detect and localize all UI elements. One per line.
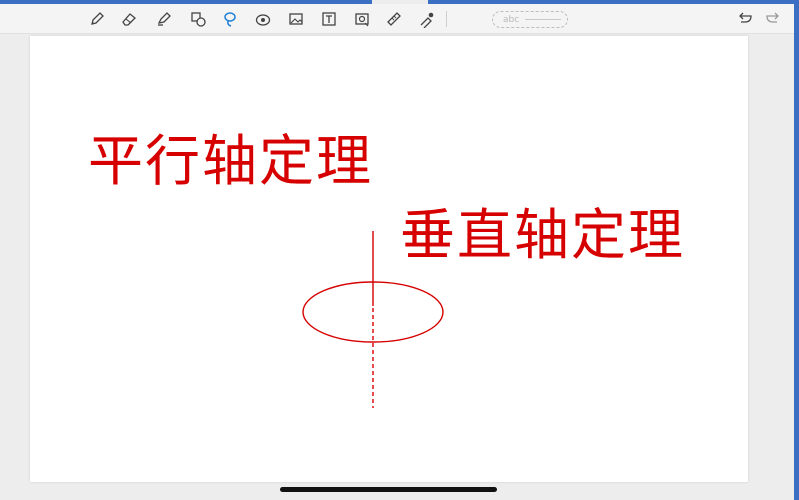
undo-button[interactable] [734, 8, 756, 30]
redo-button[interactable] [762, 8, 784, 30]
toolbar-divider [446, 11, 447, 27]
camera-tool-button[interactable] [351, 8, 373, 30]
note-page[interactable]: 平行轴定理 垂直轴定理 [30, 36, 748, 482]
image-icon [289, 13, 303, 25]
lasso-icon [224, 12, 236, 27]
pen-icon [91, 12, 104, 25]
lasso-tool-button[interactable] [219, 8, 241, 30]
text-box-underline [525, 19, 562, 20]
eraser-icon [122, 13, 136, 26]
text-tool-button[interactable] [318, 8, 340, 30]
ruler-tool-button[interactable] [383, 8, 405, 30]
sticker-icon [255, 14, 271, 26]
shapes-icon [191, 12, 206, 27]
image-tool-button[interactable] [285, 8, 307, 30]
window-edge [794, 0, 799, 500]
eraser-tool-button[interactable] [118, 8, 140, 30]
axis-sketch [302, 231, 444, 408]
highlighter-icon [157, 12, 171, 26]
undo-icon [739, 12, 752, 23]
sticker-tool-button[interactable] [252, 8, 274, 30]
laser-pointer-tool-button[interactable] [416, 8, 438, 30]
toolbar: abc [0, 4, 799, 34]
shapes-tool-button[interactable] [187, 8, 209, 30]
ruler-icon [387, 12, 401, 26]
text-tool-icon [322, 12, 336, 26]
laser-pointer-icon [420, 12, 434, 28]
highlighter-tool-button[interactable] [153, 8, 175, 30]
text-box-placeholder: abc [503, 14, 520, 25]
camera-icon [355, 13, 369, 27]
home-indicator[interactable] [280, 487, 497, 492]
redo-icon [766, 12, 779, 23]
text-box-input[interactable]: abc [492, 11, 568, 28]
pen-tool-button[interactable] [86, 8, 108, 30]
